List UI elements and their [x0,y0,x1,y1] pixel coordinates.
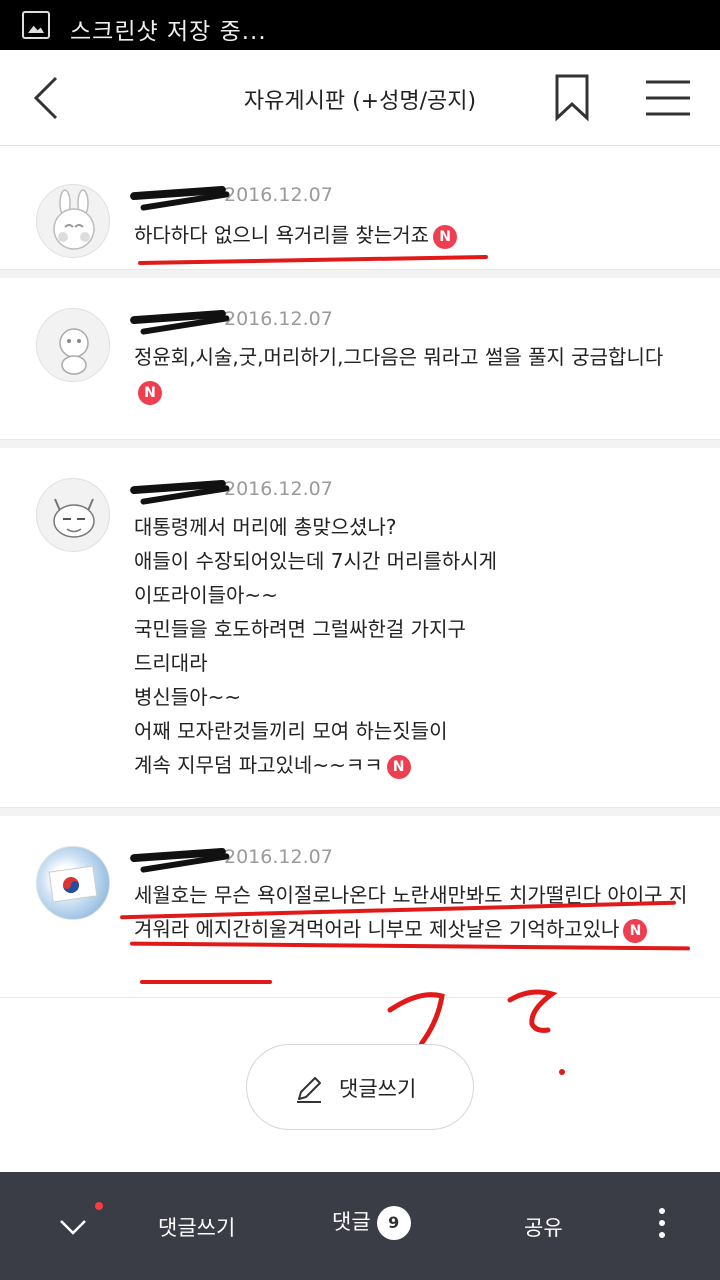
pencil-icon [297,1077,321,1103]
comment-line: 드리대라 [134,651,208,675]
new-badge: N [138,380,162,405]
comment-body: 대통령께서 머리에 총맞으셨나? 애들이 수장되어있는데 7시간 머리를하시게 … [134,510,690,782]
comment-item: 2016.12.07 세월호는 무슨 욕이절로나온다 노란새만봐도 치가떨린다 … [0,808,720,998]
chevron-down-icon[interactable] [56,1210,90,1244]
avatar[interactable] [36,308,110,382]
comment-meta: 2016.12.07 [134,308,333,330]
comment-item: 2016.12.07 정윤회,시술,굿,머리하기,그다음은 뭐라고 썰을 풀지 … [0,270,720,440]
comment-line: 병신들아~~ [134,685,242,709]
comments-label: 댓글 [332,1210,371,1234]
app-header: 자유게시판 (+성명/공지) [0,50,720,146]
new-badge: N [386,754,411,779]
comment-list: 2016.12.07 하다하다 없으니 욕거리를 찾는거죠 N 2016.12.0… [0,146,720,998]
author-name-redacted [134,310,218,330]
write-comment-label: 댓글쓰기 [339,1077,417,1101]
rabbit-avatar-icon [53,189,95,250]
avatar[interactable] [36,184,110,258]
page-title: 자유게시판 (+성명/공지) [243,89,477,114]
comment-item: 2016.12.07 하다하다 없으니 욕거리를 찾는거죠 N [0,146,720,270]
bookmark-icon [555,74,589,122]
comment-item: 2016.12.07 대통령께서 머리에 총맞으셨나? 애들이 수장되어있는데 … [0,440,720,808]
author-name-redacted [134,480,218,500]
bottom-write-comment-button[interactable]: 댓글쓰기 [158,1212,235,1242]
back-button[interactable] [22,70,78,126]
cat-avatar-icon [53,498,95,538]
new-badge: N [623,918,648,943]
status-bar: 스크린샷 저장 중... [0,0,720,50]
comment-meta: 2016.12.07 [134,184,333,206]
annotation-underline [140,980,272,984]
avatar[interactable] [36,846,110,920]
comment-line: 애들이 수장되어있는데 7시간 머리를하시게 [134,549,497,573]
back-arrow-icon [33,76,58,120]
comment-line: 어째 모자란것들끼리 모여 하는짓들이 [134,719,448,743]
annotation-underline [137,254,489,266]
more-vertical-icon[interactable] [652,1208,672,1248]
comment-line: 대통령께서 머리에 총맞으셨나? [134,515,397,539]
comment-date: 2016.12.07 [224,184,333,206]
comment-text: 정윤회,시술,굿,머리하기,그다음은 뭐라고 썰을 풀지 궁금합니다 [134,345,664,369]
comment-text: 계속 지무덤 파고있네~~ㅋㅋ [134,753,383,777]
comment-date: 2016.12.07 [224,478,333,500]
share-button[interactable]: 공유 [524,1212,563,1242]
bookmark-button[interactable] [548,70,596,126]
hamburger-menu-icon [646,80,690,116]
author-name-redacted [134,186,218,206]
new-badge: N [433,224,458,249]
comment-meta: 2016.12.07 [134,478,333,500]
image-icon [22,11,50,39]
comment-line: 이또라이들아~~ [134,583,278,607]
comment-count-badge: 9 [376,1206,411,1240]
menu-button[interactable] [640,72,696,124]
bottom-comments-button[interactable]: 댓글 9 [332,1206,411,1240]
comment-line: 국민들을 호도하려면 그럴싸한걸 가지구 [134,617,466,641]
comment-date: 2016.12.07 [224,308,333,330]
comment-body: 정윤회,시술,굿,머리하기,그다음은 뭐라고 썰을 풀지 궁금합니다 N [134,340,690,408]
status-notification-text: 스크린샷 저장 중... [70,19,267,45]
comment-text: 하다하다 없으니 욕거리를 찾는거죠 [134,223,430,247]
character-avatar-icon [59,328,89,375]
author-name-redacted [134,848,218,868]
bottom-toolbar: 댓글쓰기 댓글 9 공유 [0,1172,720,1280]
comment-date: 2016.12.07 [224,846,333,868]
notification-dot [95,1202,103,1210]
flag-avatar-icon [48,865,98,903]
comment-line: 계속 지무덤 파고있네~~ㅋㅋ N [134,748,690,782]
write-comment-button[interactable]: 댓글쓰기 [246,1044,474,1130]
avatar[interactable] [36,478,110,552]
comment-body: 하다하다 없으니 욕거리를 찾는거죠 N [134,218,690,252]
comment-meta: 2016.12.07 [134,846,333,868]
